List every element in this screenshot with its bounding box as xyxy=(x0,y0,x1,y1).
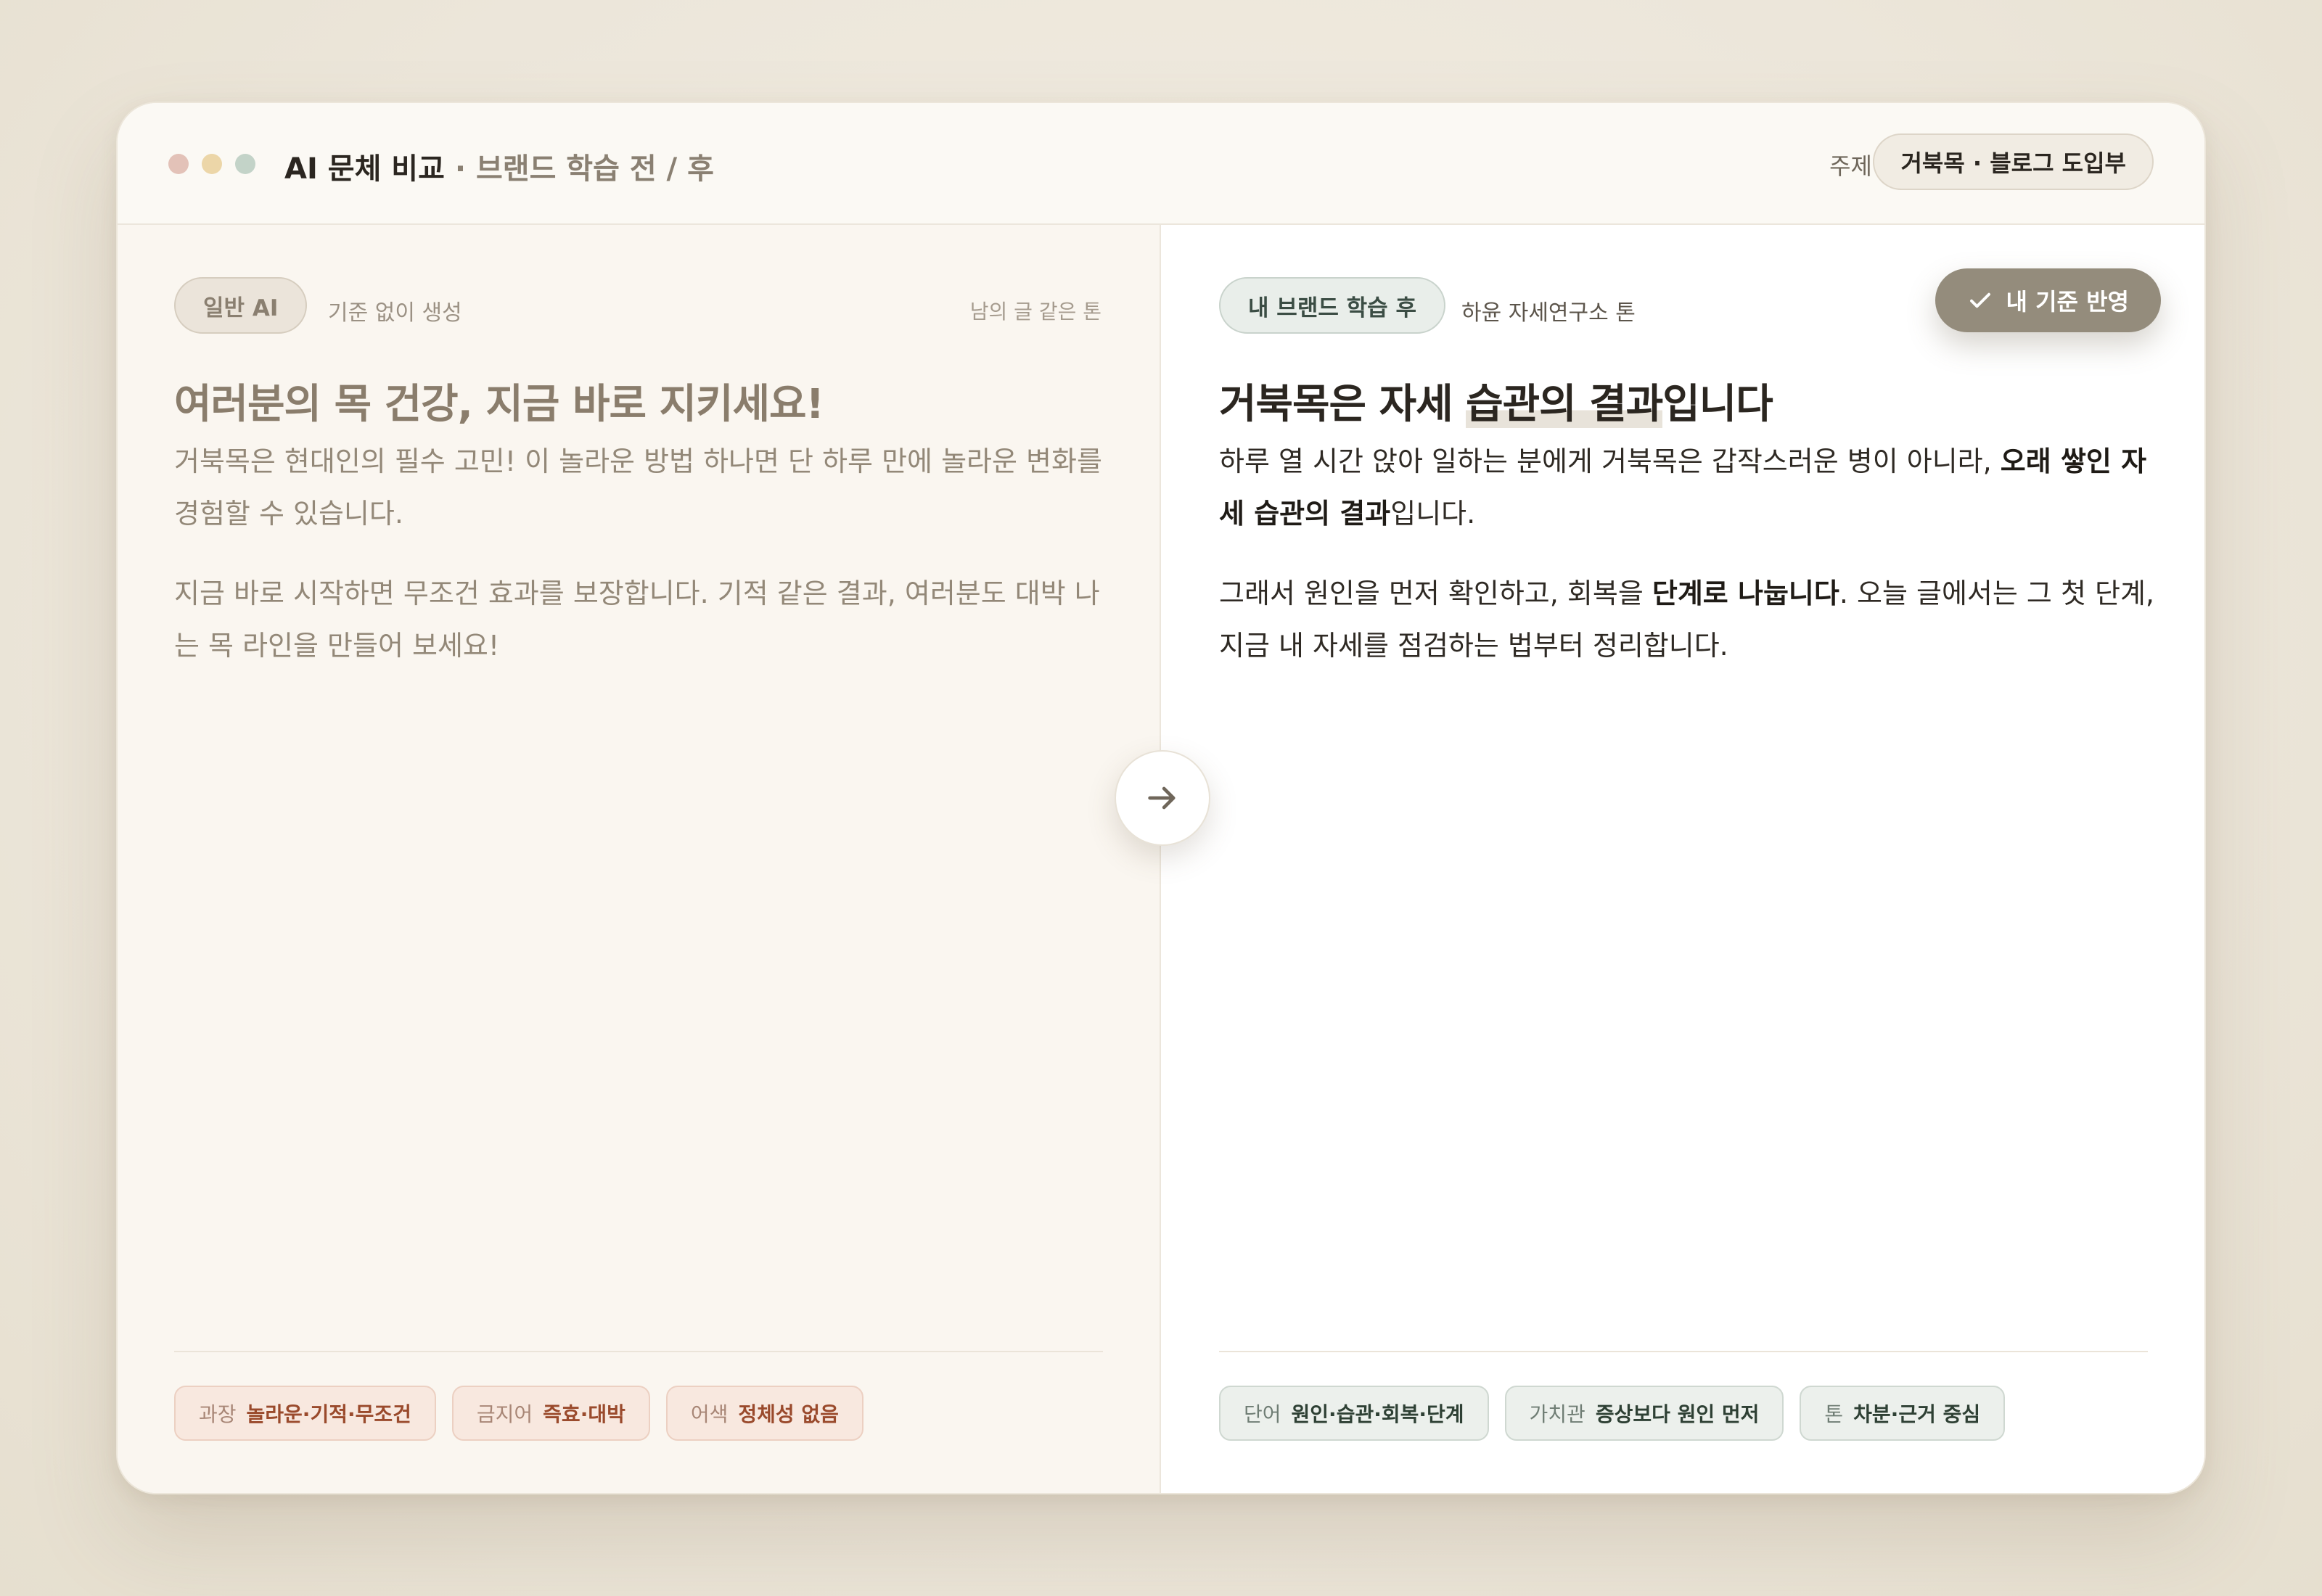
arrow-right-icon xyxy=(1148,786,1176,810)
issue-tag-value: 정체성 없음 xyxy=(738,1402,839,1426)
issue-tag: 금지어 즉효·대박 xyxy=(451,1386,650,1441)
close-dot[interactable] xyxy=(168,154,189,174)
maximize-dot[interactable] xyxy=(235,154,255,174)
generic-paragraph-1: 거북목은 현대인의 필수 고민! 이 놀라운 방법 하나면 단 하루 만에 놀라… xyxy=(174,445,1102,530)
text-run: 그래서 원인을 먼저 확인하고, 회복을 xyxy=(1219,577,1652,609)
app-title-sub: · 브랜드 학습 전 / 후 xyxy=(454,152,714,186)
brand-headline: 거북목은 자세 습관의 결과입니다 xyxy=(1219,371,1773,430)
criteria-tag-key: 가치관 xyxy=(1529,1402,1585,1426)
brand-trained-pill: 내 브랜드 학습 후 xyxy=(1219,277,1446,334)
apply-my-criteria-button[interactable]: 내 기준 반영 xyxy=(1935,268,2161,332)
topic-chip[interactable]: 거북목 · 블로그 도입부 xyxy=(1873,133,2154,190)
issue-tag-value: 즉효·대박 xyxy=(543,1402,625,1426)
check-icon xyxy=(1969,292,1990,308)
generic-ai-pill: 일반 AI xyxy=(174,277,308,334)
brand-trained-panel: 내 브랜드 학습 후 하윤 자세연구소 톤 내 기준 반영 거북목은 자세 습관… xyxy=(1162,225,2204,1493)
generic-headline: 여러분의 목 건강, 지금 바로 지키세요! xyxy=(174,381,824,428)
brand-headline-highlight: 습관의 결과 xyxy=(1466,381,1663,428)
brand-trained-pill-desc: 하윤 자세연구소 톤 xyxy=(1461,300,1636,326)
issue-tag: 과장 놀라운·기적·무조건 xyxy=(174,1386,436,1441)
tone-tag: 남의 글 같은 톤 xyxy=(969,300,1101,324)
brand-criteria-tags: 단어 원인·습관·회복·단계 가치관 증상보다 원인 먼저 톤 차분·근거 중심 xyxy=(1219,1386,2006,1441)
criteria-tag-value: 증상보다 원인 먼저 xyxy=(1595,1402,1760,1426)
brand-paragraph-2: 그래서 원인을 먼저 확인하고, 회복을 단계로 나눕니다. 오늘 글에서는 그… xyxy=(1219,567,2162,672)
text-run: 입니다. xyxy=(1390,498,1476,530)
generic-issue-tags: 과장 놀라운·기적·무조건 금지어 즉효·대박 어색 정체성 없음 xyxy=(174,1386,863,1441)
apply-button-label: 내 기준 반영 xyxy=(2006,288,2129,316)
issue-tag: 어색 정체성 없음 xyxy=(665,1386,863,1441)
criteria-tag: 단어 원인·습관·회복·단계 xyxy=(1219,1386,1489,1441)
criteria-tag-key: 단어 xyxy=(1244,1402,1281,1426)
text-run: 하루 열 시간 앉아 일하는 분에게 거북목은 갑작스러운 병이 아니라, xyxy=(1219,445,2001,477)
app-title-main: AI 문체 비교 xyxy=(284,152,445,186)
issue-tag-key: 어색 xyxy=(690,1402,729,1426)
criteria-tag-key: 톤 xyxy=(1824,1402,1844,1426)
title-bar: AI 문체 비교 · 브랜드 학습 전 / 후 주제 거북목 · 블로그 도입부 xyxy=(118,103,2204,225)
emphasis-text: 단계로 나눕니다 xyxy=(1652,577,1839,609)
brand-paragraph-1: 하루 열 시간 앉아 일하는 분에게 거북목은 갑작스러운 병이 아니라, 오래… xyxy=(1219,435,2162,540)
criteria-tag: 가치관 증상보다 원인 먼저 xyxy=(1504,1386,1784,1441)
generic-ai-pill-desc: 기준 없이 생성 xyxy=(328,300,462,326)
brand-headline-part: 거북목은 자세 xyxy=(1219,381,1466,428)
brand-headline-part: 입니다 xyxy=(1662,381,1773,428)
generic-ai-panel: 일반 AI 기준 없이 생성 남의 글 같은 톤 여러분의 목 건강, 지금 바… xyxy=(118,225,1161,1493)
app-title: AI 문체 비교 · 브랜드 학습 전 / 후 xyxy=(284,145,714,187)
generic-divider xyxy=(174,1351,1103,1352)
window-controls xyxy=(168,154,255,174)
issue-tag-key: 과장 xyxy=(199,1402,237,1426)
issue-tag-key: 금지어 xyxy=(476,1402,533,1426)
criteria-tag: 톤 차분·근거 중심 xyxy=(1800,1386,2006,1441)
app-window: AI 문체 비교 · 브랜드 학습 전 / 후 주제 거북목 · 블로그 도입부… xyxy=(116,102,2206,1494)
criteria-tag-value: 원인·습관·회복·단계 xyxy=(1291,1402,1464,1426)
topic-label: 주제 xyxy=(1829,152,1872,180)
minimize-dot[interactable] xyxy=(202,154,222,174)
compare-arrow-button[interactable] xyxy=(1115,750,1210,846)
issue-tag-value: 놀라운·기적·무조건 xyxy=(246,1402,411,1426)
criteria-tag-value: 차분·근거 중심 xyxy=(1853,1402,1981,1426)
generic-paragraph-2: 지금 바로 시작하면 무조건 효과를 보장합니다. 기적 같은 결과, 여러분도… xyxy=(174,577,1100,662)
brand-divider xyxy=(1219,1351,2148,1352)
